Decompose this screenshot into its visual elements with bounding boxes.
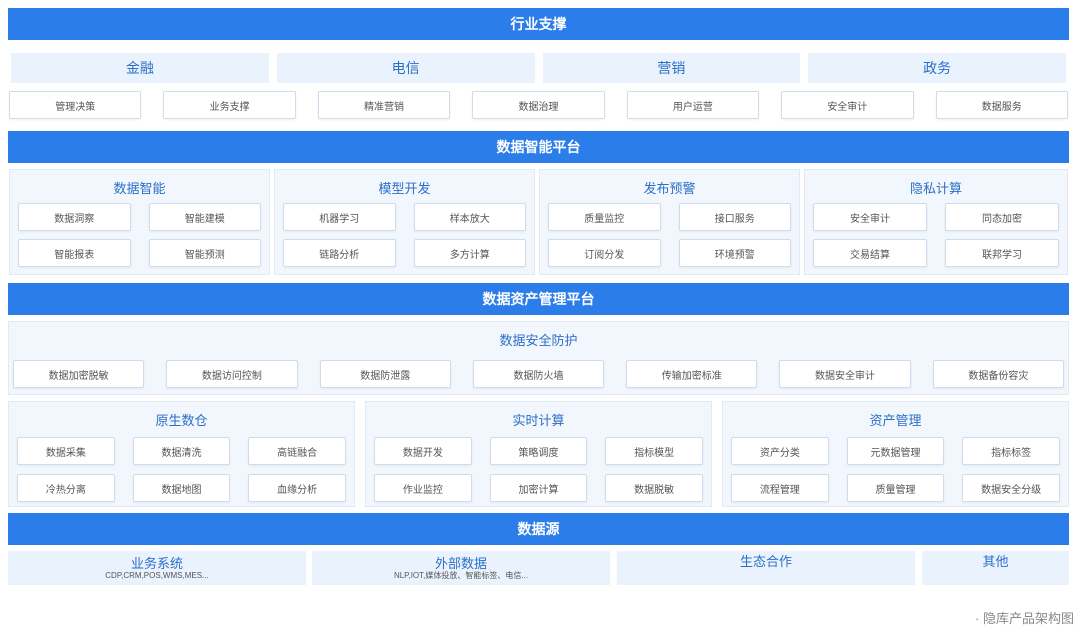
source-title: 业务系统	[130, 555, 183, 571]
feature-chip: 数据脱敏	[605, 474, 703, 502]
security-chip: 数据防火墙	[472, 360, 605, 388]
app-chip: 安全审计	[781, 91, 914, 119]
panel-title: 数据安全防护	[499, 333, 578, 348]
feature-chip: 数据开发	[374, 437, 472, 465]
feature-chip: 质量管理	[846, 474, 945, 502]
feature-chip: 同态加密	[945, 203, 1059, 231]
feature-chip: 接口服务	[678, 203, 791, 231]
panel-model-development: 模型开发 机器学习 样本放大 链路分析 多方计算	[274, 169, 535, 275]
app-chip: 精准营销	[317, 91, 451, 119]
panel-title: 数据智能	[113, 181, 166, 196]
security-chip: 数据安全审计	[779, 360, 911, 388]
feature-chip: 高链融合	[248, 437, 346, 465]
data-source-header: 数据源	[8, 513, 1069, 545]
panel-native-warehouse: 原生数仓 数据采集 数据清洗 高链融合 冷热分离 数据地图 血缘分析	[8, 401, 355, 507]
feature-chip: 作业监控	[374, 474, 472, 502]
panel-title: 隐私计算	[909, 181, 962, 196]
industry-apps: 管理决策 业务支撑 精准营销 数据治理 用户运营 安全审计 数据服务	[8, 91, 1069, 119]
panel-title: 实时计算	[512, 413, 565, 428]
security-chip: 数据访问控制	[166, 360, 298, 388]
vertical-telecom: 电信	[276, 53, 535, 83]
feature-chip: 冷热分离	[17, 474, 115, 502]
source-subtitle: CDP,CRM,POS,WMS,MES...	[105, 570, 209, 580]
feature-chip: 加密计算	[489, 474, 588, 502]
feature-chip: 数据洞察	[18, 203, 131, 231]
panel-data-intelligence: 数据智能 数据洞察 智能建模 智能报表 智能预测	[9, 169, 270, 275]
feature-chip: 策略调度	[489, 437, 588, 465]
feature-chip: 订阅分发	[548, 239, 661, 267]
app-chip: 业务支撑	[163, 91, 296, 119]
figure-caption: · 隐库产品架构图	[975, 611, 1074, 626]
feature-chip: 智能建模	[148, 203, 261, 231]
panel-privacy-computing: 隐私计算 安全审计 同态加密 交易结算 联邦学习	[804, 169, 1068, 275]
feature-chip: 数据采集	[17, 437, 115, 465]
feature-chip: 链路分析	[283, 239, 396, 267]
feature-chip: 安全审计	[813, 203, 927, 231]
security-chip: 传输加密标准	[626, 360, 758, 388]
feature-chip: 样本放大	[413, 203, 526, 231]
source-title: 生态合作	[739, 554, 792, 569]
industry-support-header: 行业支撑	[8, 8, 1069, 40]
panel-realtime-computing: 实时计算 数据开发 策略调度 指标模型 作业监控 加密计算 数据脱敏	[365, 401, 712, 507]
feature-chip: 智能预测	[148, 239, 261, 267]
feature-chip: 数据地图	[132, 474, 231, 502]
feature-chip: 数据清洗	[132, 437, 231, 465]
panel-title: 资产管理	[869, 413, 922, 428]
app-chip: 管理决策	[9, 91, 142, 119]
security-chip: 数据防泄露	[319, 360, 451, 388]
panel-title: 原生数仓	[155, 413, 208, 428]
vertical-finance: 金融	[11, 53, 269, 83]
app-chip: 数据服务	[935, 91, 1068, 119]
feature-chip: 智能报表	[18, 239, 131, 267]
feature-chip: 流程管理	[731, 474, 829, 502]
intelligence-platform-header: 数据智能平台	[8, 131, 1069, 163]
panel-release-alert: 发布预警 质量监控 接口服务 订阅分发 环境预警	[539, 169, 800, 275]
panel-data-security: 数据安全防护 数据加密脱敏 数据访问控制 数据防泄露 数据防火墙 传输加密标准 …	[8, 321, 1069, 395]
app-chip: 用户运营	[626, 91, 760, 119]
feature-chip: 机器学习	[283, 203, 396, 231]
feature-chip: 联邦学习	[945, 239, 1059, 267]
source-title: 其他	[982, 554, 1009, 569]
vertical-government: 政务	[808, 53, 1066, 83]
feature-chip: 数据安全分级	[962, 474, 1060, 502]
feature-chip: 环境预警	[678, 239, 791, 267]
source-other: 其他	[922, 551, 1069, 585]
source-business-systems: 业务系统 CDP,CRM,POS,WMS,MES...	[8, 551, 306, 585]
feature-chip: 血缘分析	[248, 474, 346, 502]
feature-chip: 资产分类	[731, 437, 829, 465]
industry-verticals: 金融 电信 营销 政务	[8, 53, 1069, 83]
security-chip: 数据加密脱敏	[13, 360, 145, 388]
feature-chip: 交易结算	[813, 239, 927, 267]
source-title: 外部数据	[434, 555, 487, 571]
feature-chip: 指标标签	[962, 437, 1060, 465]
panel-asset-management: 资产管理 资产分类 元数据管理 指标标签 流程管理 质量管理 数据安全分级	[722, 401, 1069, 507]
source-external-data: 外部数据 NLP,IOT,媒体投放、智能标签、电信...	[312, 551, 610, 585]
vertical-marketing: 营销	[542, 53, 801, 83]
source-ecosystem: 生态合作	[617, 551, 915, 585]
asset-platform-header: 数据资产管理平台	[8, 283, 1069, 315]
feature-chip: 元数据管理	[846, 437, 945, 465]
feature-chip: 指标模型	[605, 437, 703, 465]
panel-title: 模型开发	[378, 181, 431, 196]
app-chip: 数据治理	[472, 91, 605, 119]
panel-title: 发布预警	[643, 181, 696, 196]
feature-chip: 多方计算	[413, 239, 526, 267]
security-chip: 数据备份容灾	[932, 360, 1064, 388]
source-subtitle: NLP,IOT,媒体投放、智能标签、电信...	[393, 570, 529, 580]
feature-chip: 质量监控	[548, 203, 661, 231]
